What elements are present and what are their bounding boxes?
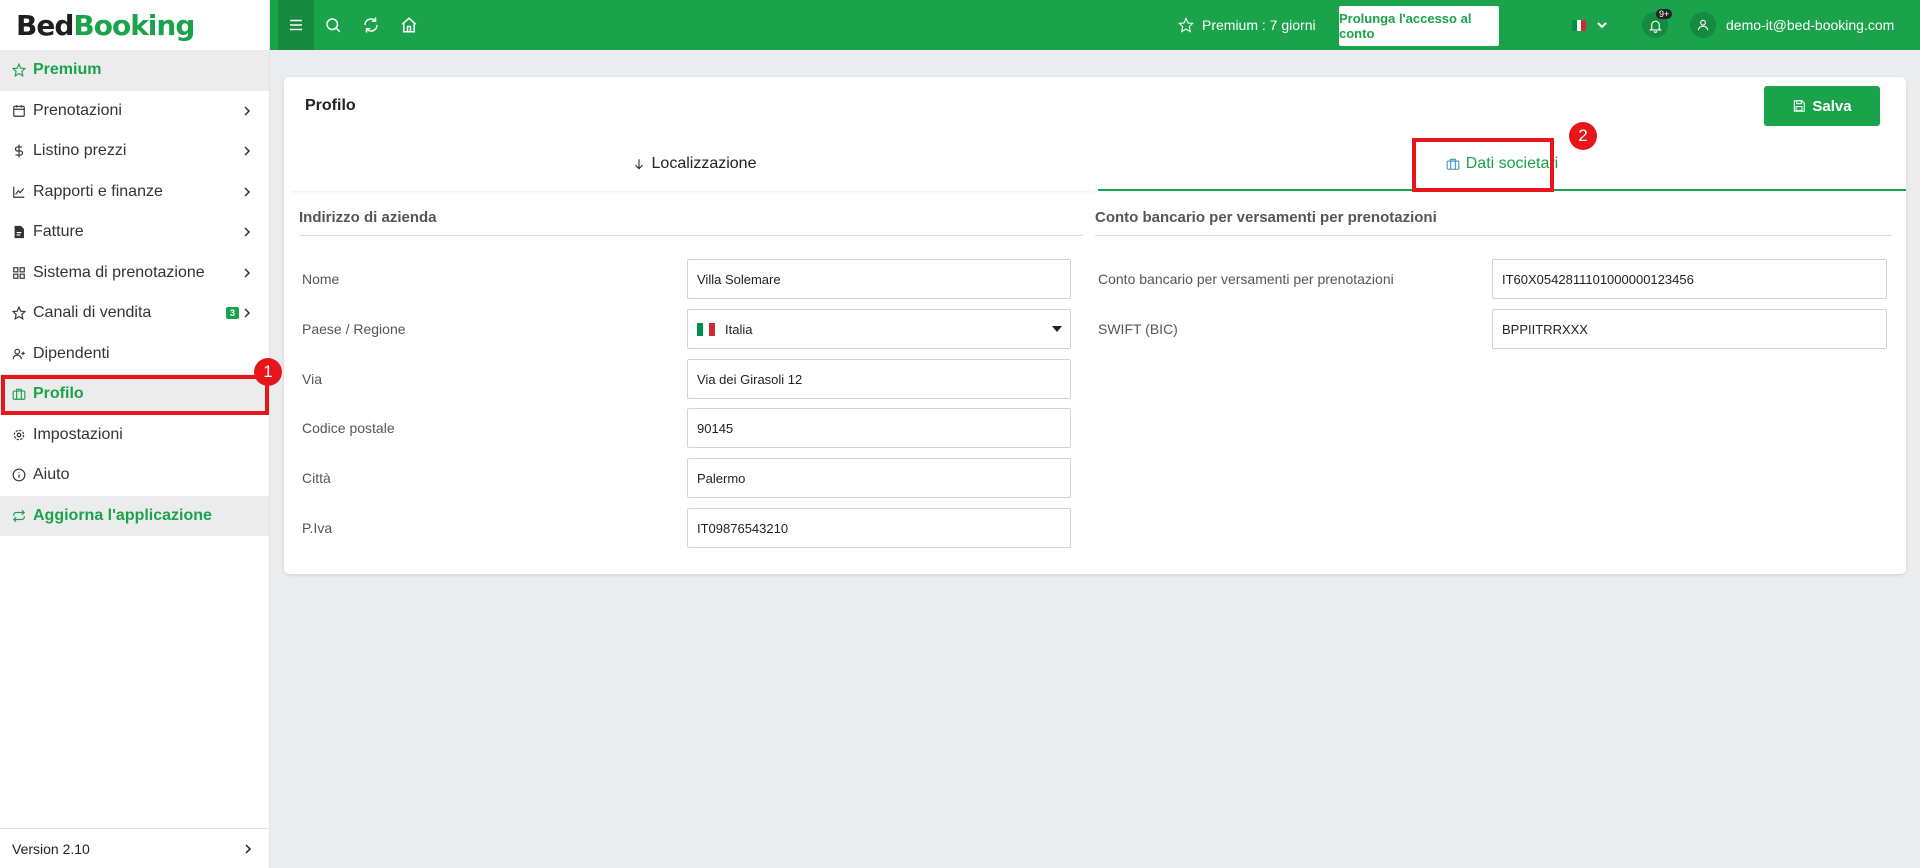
- bank-account-section: Conto bancario per versamenti per prenot…: [1095, 209, 1892, 349]
- briefcase-icon: [1446, 158, 1460, 170]
- field-row-citta: Città Palermo: [299, 458, 1083, 498]
- vat-input[interactable]: IT09876543210: [687, 508, 1071, 548]
- user-plus-icon: [12, 347, 26, 361]
- annotation-badge-1: 1: [254, 358, 282, 386]
- sidebar-item-canali-vendita[interactable]: Canali di vendita 3: [0, 293, 269, 334]
- star-icon: [12, 306, 26, 321]
- notifications-button[interactable]: 9+: [1635, 0, 1675, 50]
- profile-tabs: Localizzazione Dati societari: [290, 139, 1906, 191]
- sidebar-item-prenotazioni[interactable]: Prenotazioni: [0, 91, 269, 132]
- sidebar-item-listino-prezzi[interactable]: Listino prezzi: [0, 131, 269, 172]
- chevron-down-icon: [1597, 22, 1607, 29]
- avatar: [1690, 12, 1716, 38]
- refresh-icon: [364, 17, 378, 33]
- sidebar-item-premium[interactable]: Premium: [0, 50, 269, 91]
- chevron-right-icon: [244, 106, 251, 116]
- chevron-right-icon: [244, 146, 251, 156]
- sidebar-item-impostazioni[interactable]: Impostazioni: [0, 415, 269, 456]
- star-icon: [1178, 17, 1194, 33]
- chevron-right-icon: [244, 187, 251, 197]
- extend-access-button[interactable]: Prolunga l'accesso al conto: [1339, 6, 1499, 46]
- info-icon: [12, 468, 26, 482]
- premium-status[interactable]: Premium : 7 giorni: [1178, 0, 1316, 50]
- chevron-right-icon: [244, 308, 251, 318]
- save-icon: [1794, 100, 1806, 112]
- tab-dati-societari[interactable]: Dati societari: [1098, 139, 1906, 191]
- menu-button[interactable]: [278, 0, 314, 50]
- annotation-badge-2: 2: [1569, 122, 1597, 150]
- field-row-swift: SWIFT (BIC) BPPIITRRXXX: [1095, 309, 1892, 349]
- user-menu[interactable]: demo-it@bed-booking.com: [1690, 0, 1894, 50]
- field-row-via: Via Via dei Girasoli 12: [299, 359, 1083, 399]
- chart-icon: [12, 185, 26, 199]
- sidebar-item-dipendenti[interactable]: Dipendenti: [0, 334, 269, 375]
- field-row-nome: Nome Villa Solemare: [299, 259, 1083, 299]
- nome-input[interactable]: Villa Solemare: [687, 259, 1071, 299]
- bank-account-title: Conto bancario per versamenti per prenot…: [1095, 209, 1892, 236]
- top-bar: Premium : 7 giorni Prolunga l'accesso al…: [270, 0, 1920, 50]
- search-icon: [326, 18, 341, 33]
- field-row-iban: Conto bancario per versamenti per prenot…: [1095, 259, 1892, 299]
- grid-icon: [12, 266, 26, 280]
- app-logo[interactable]: Bed Booking: [0, 0, 269, 50]
- city-input[interactable]: Palermo: [687, 458, 1071, 498]
- country-select[interactable]: Italia: [687, 309, 1071, 349]
- channels-count-badge: 3: [225, 307, 239, 320]
- chevron-right-icon: [245, 843, 252, 854]
- sidebar-item-sistema-prenotazione[interactable]: Sistema di prenotazione: [0, 253, 269, 294]
- hamburger-icon: [290, 19, 302, 31]
- invoice-icon: [12, 225, 26, 239]
- field-row-cap: Codice postale 90145: [299, 408, 1083, 448]
- home-icon: [401, 17, 417, 33]
- bell-icon: [1648, 20, 1662, 33]
- dollar-icon: [12, 144, 26, 158]
- briefcase-icon: [12, 387, 26, 401]
- sidebar-item-aggiorna[interactable]: Aggiorna l'applicazione: [0, 495, 269, 536]
- tab-localizzazione[interactable]: Localizzazione: [290, 139, 1098, 191]
- sidebar-item-fatture[interactable]: Fatture: [0, 212, 269, 253]
- search-button[interactable]: [314, 0, 352, 50]
- company-address-title: Indirizzo di azienda: [299, 209, 1083, 236]
- language-selector[interactable]: [1572, 0, 1608, 50]
- sidebar-item-rapporti[interactable]: Rapporti e finanze: [0, 172, 269, 213]
- iban-input[interactable]: IT60X0542811101000000123456: [1492, 259, 1887, 299]
- caret-down-icon: [1052, 326, 1062, 332]
- profile-card: Profilo Salva Localizzazione Dati societ…: [284, 77, 1906, 574]
- home-button[interactable]: [390, 0, 428, 50]
- italy-flag-icon: [1572, 19, 1587, 31]
- chevron-right-icon: [244, 268, 251, 278]
- sidebar-item-aiuto[interactable]: Aiuto: [0, 455, 269, 496]
- save-button[interactable]: Salva: [1764, 86, 1880, 126]
- sidebar: Bed Booking Premium Prenotazioni Listino …: [0, 0, 270, 868]
- field-row-piva: P.Iva IT09876543210: [299, 508, 1083, 548]
- chevron-right-icon: [244, 227, 251, 237]
- version-footer[interactable]: Version 2.10: [0, 828, 270, 868]
- gear-icon: [12, 428, 26, 442]
- user-icon: [1697, 19, 1709, 31]
- company-address-section: Indirizzo di azienda Nome Villa Solemare…: [299, 209, 1083, 548]
- street-input[interactable]: Via dei Girasoli 12: [687, 359, 1071, 399]
- refresh-icon: [12, 509, 26, 523]
- arrow-down-icon: [634, 159, 643, 170]
- notifications-count-badge: 9+: [1656, 9, 1673, 19]
- sidebar-nav: Premium Prenotazioni Listino prezzi Rapp…: [0, 50, 269, 536]
- swift-input[interactable]: BPPIITRRXXX: [1492, 309, 1887, 349]
- star-icon: [12, 63, 26, 78]
- calendar-icon: [12, 104, 26, 118]
- field-row-paese: Paese / Regione Italia: [299, 309, 1083, 349]
- page-title: Profilo: [305, 97, 356, 114]
- refresh-button[interactable]: [352, 0, 390, 50]
- sidebar-item-profilo[interactable]: Profilo: [0, 374, 269, 415]
- italy-flag-icon: [697, 322, 715, 336]
- postal-code-input[interactable]: 90145: [687, 408, 1071, 448]
- user-email: demo-it@bed-booking.com: [1726, 17, 1895, 33]
